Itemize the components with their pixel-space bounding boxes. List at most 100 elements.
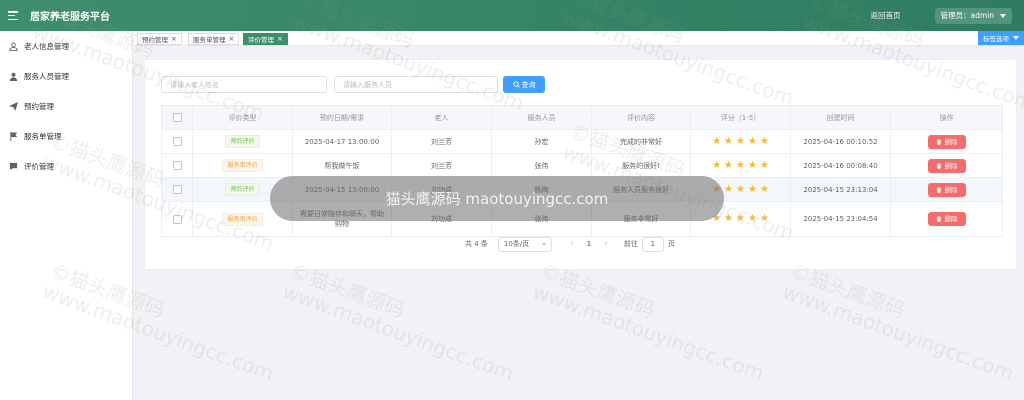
app-title: 居家养老服务平台 <box>30 12 110 23</box>
row-checkbox[interactable] <box>172 214 182 224</box>
star-icon[interactable]: ★ <box>736 136 745 147</box>
row-checkbox[interactable] <box>172 185 182 194</box>
star-icon[interactable]: ★ <box>748 214 757 224</box>
star-rating[interactable]: ★ ★ ★ ★ ★ <box>712 160 769 171</box>
column-header: 评价内容 <box>591 105 691 130</box>
star-icon[interactable]: ★ <box>712 160 721 171</box>
star-icon[interactable]: ★ <box>724 184 733 195</box>
pagination: 共 4 条 10条/页 ‹ 1 › 前往 页 <box>465 236 675 252</box>
elder-cell: 刘功成 <box>391 201 492 237</box>
type-cell: 服务单评价 <box>192 201 293 237</box>
row-checkbox[interactable] <box>172 137 182 146</box>
close-icon[interactable]: × <box>277 35 283 43</box>
send-icon <box>8 101 18 111</box>
sidebar-item-appointments[interactable]: 预约管理 <box>0 91 132 121</box>
tab-service-orders[interactable]: 服务单管理 × <box>188 33 240 45</box>
watermark-url: www.maotouyingcc.com <box>779 279 1018 386</box>
staff-cell: 孙宏 <box>491 129 592 154</box>
star-icon[interactable]: ★ <box>760 214 769 224</box>
star-icon[interactable]: ★ <box>724 160 733 171</box>
reviews-table: 评价类型 预约日期/需求 老人 服务人员 评价内容 评分（1-5） 创建时间 操… <box>161 105 1003 237</box>
sidebar-item-elder-info[interactable]: 老人信息管理 <box>0 31 132 61</box>
delete-button[interactable]: 删除 <box>927 182 966 197</box>
type-cell: 预约评价 <box>192 177 293 202</box>
star-rating[interactable]: ★ ★ ★ ★ ★ <box>712 136 769 147</box>
star-rating[interactable]: ★ ★ ★ ★ ★ <box>712 184 769 195</box>
sidebar-item-staff[interactable]: 服务人员管理 <box>0 61 132 91</box>
created-cell: 2025-04-16 00:10:52 <box>790 129 891 154</box>
row-select-cell <box>161 129 193 154</box>
flag-icon <box>8 131 18 141</box>
star-icon[interactable]: ★ <box>736 160 745 171</box>
elder-name-input[interactable] <box>161 76 327 93</box>
column-header: 创建时间 <box>790 105 891 130</box>
review-type-tag: 服务单评价 <box>222 159 263 172</box>
watermark-text: ©猫头鹰源码 <box>287 258 408 323</box>
watermark: ©猫头鹰源码www.maotouyingcc.com <box>529 259 774 386</box>
next-page-icon[interactable]: › <box>598 239 614 249</box>
type-cell: 预约评价 <box>192 129 293 154</box>
star-icon[interactable]: ★ <box>712 136 721 147</box>
action-cell: 删除 <box>890 177 1003 202</box>
star-icon[interactable]: ★ <box>760 136 769 147</box>
star-icon[interactable]: ★ <box>748 160 757 171</box>
user-menu[interactable]: 管理员：admin <box>934 7 1012 24</box>
close-icon[interactable]: × <box>171 35 177 43</box>
goto-page-input[interactable] <box>641 236 664 252</box>
menu-toggle-icon[interactable] <box>8 11 18 20</box>
review-type-tag: 预约评价 <box>225 183 260 196</box>
tab-appointments[interactable]: 预约管理 × <box>137 33 182 45</box>
tab-reviews[interactable]: 评价管理 × <box>243 33 288 45</box>
tab-options-button[interactable]: 标签选项 <box>978 31 1024 45</box>
delete-button[interactable]: 删除 <box>927 212 966 226</box>
sidebar-item-label: 老人信息管理 <box>24 41 69 51</box>
review-type-tag: 预约评价 <box>225 135 260 148</box>
staff-cell: 张伟 <box>491 201 592 237</box>
watermark-url: www.maotouyingcc.com <box>279 279 518 386</box>
delete-button[interactable]: 删除 <box>927 134 966 149</box>
table-row: 服务单评价 需要日常陪伴和聊天，帮助购物 刘功成 张伟 服务非常好 ★ ★ ★ ★ ★ … <box>161 201 1003 237</box>
rating-cell: ★ ★ ★ ★ ★ <box>690 153 791 178</box>
delete-label: 删除 <box>944 137 958 146</box>
star-icon[interactable]: ★ <box>712 214 721 224</box>
sidebar-item-label: 服务单管理 <box>24 131 62 141</box>
prev-page-icon[interactable]: ‹ <box>564 239 580 249</box>
search-button[interactable]: 查询 <box>503 76 545 93</box>
staff-name-input[interactable] <box>334 76 498 93</box>
select-all-checkbox[interactable] <box>172 113 182 122</box>
date-need-cell: 帮我做午饭 <box>292 153 392 178</box>
content-cell: 服务人员服务很好 <box>591 177 691 202</box>
chevron-down-icon <box>1013 36 1019 40</box>
content-cell: 服务非常好 <box>591 201 691 237</box>
chevron-down-icon <box>541 242 546 246</box>
column-header: 预约日期/需求 <box>292 105 392 130</box>
table-header-row: 评价类型 预约日期/需求 老人 服务人员 评价内容 评分（1-5） 创建时间 操… <box>161 105 1003 130</box>
tab-label: 预约管理 <box>142 36 168 44</box>
trash-icon <box>936 138 941 145</box>
star-icon[interactable]: ★ <box>724 136 733 147</box>
star-icon[interactable]: ★ <box>760 184 769 195</box>
star-icon[interactable]: ★ <box>748 184 757 195</box>
sidebar-item-reviews[interactable]: 评价管理 <box>0 151 132 181</box>
star-rating[interactable]: ★ ★ ★ ★ ★ <box>712 214 769 224</box>
select-all-cell <box>161 105 193 130</box>
date-need-cell: 2025-04-17 13:00:00 <box>292 129 392 154</box>
star-icon[interactable]: ★ <box>736 214 745 224</box>
star-icon[interactable]: ★ <box>760 160 769 171</box>
page-size-select[interactable]: 10条/页 <box>497 236 552 252</box>
person-icon <box>8 71 18 81</box>
star-icon[interactable]: ★ <box>736 184 745 195</box>
star-icon[interactable]: ★ <box>724 214 733 224</box>
page-number-current[interactable]: 1 <box>580 240 598 248</box>
close-icon[interactable]: × <box>229 35 235 43</box>
elder-cell: 刘兰芳 <box>391 153 492 178</box>
row-checkbox[interactable] <box>172 161 182 170</box>
table-row: 服务单评价 帮我做午饭 刘兰芳 张伟 服务的很好! ★ ★ ★ ★ ★ 2025-04-… <box>161 153 1003 178</box>
sidebar-item-service-orders[interactable]: 服务单管理 <box>0 121 132 151</box>
trash-icon <box>936 216 941 222</box>
column-header: 评分（1-5） <box>690 105 791 130</box>
star-icon[interactable]: ★ <box>748 136 757 147</box>
home-link[interactable]: 返回首页 <box>871 10 901 21</box>
delete-button[interactable]: 删除 <box>927 158 966 173</box>
star-icon[interactable]: ★ <box>712 184 721 195</box>
